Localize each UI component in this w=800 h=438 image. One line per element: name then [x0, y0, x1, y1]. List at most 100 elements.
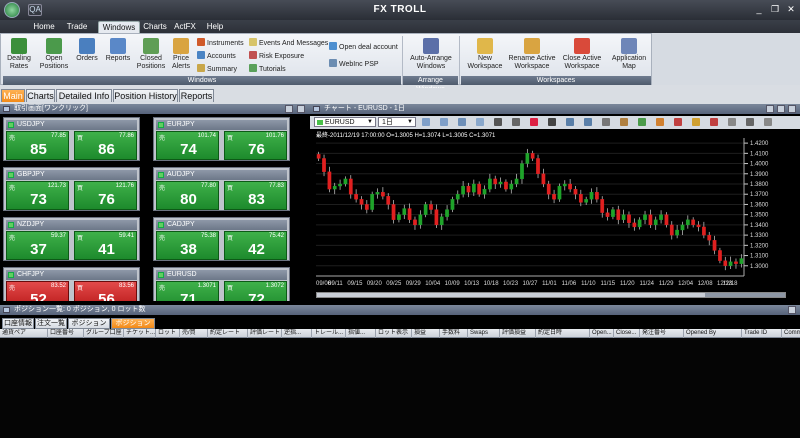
crosshair-icon[interactable]: [494, 118, 502, 126]
chart-type-icon[interactable]: [548, 118, 556, 126]
column-header[interactable]: トレール...: [312, 329, 346, 338]
reports-button[interactable]: Reports: [103, 38, 133, 63]
line-icon[interactable]: [530, 118, 538, 126]
sell-button[interactable]: 売 59.37 37: [6, 231, 69, 260]
save-icon[interactable]: [584, 118, 592, 126]
panel-pin-button[interactable]: [285, 105, 293, 113]
risk-exposure-button[interactable]: Risk Exposure: [249, 51, 304, 61]
menu-trade[interactable]: Trade: [62, 21, 92, 33]
column-header[interactable]: Opened By: [684, 329, 742, 338]
timeframe-select[interactable]: 1日 ▼: [378, 117, 416, 127]
close-button[interactable]: ✕: [784, 3, 798, 16]
sell-button[interactable]: 売 77.80 80: [156, 181, 219, 210]
currency-pair-label[interactable]: EURJPY: [156, 120, 287, 130]
tab-detailed-info[interactable]: Detailed Info: [56, 89, 112, 102]
buy-button[interactable]: 買 75.42 42: [224, 231, 287, 260]
zoom-reset-icon[interactable]: [476, 118, 484, 126]
dealing-rates-button[interactable]: Dealing Rates: [4, 38, 34, 71]
currency-pair-label[interactable]: EURUSD: [156, 270, 287, 280]
instruments-button[interactable]: Instruments: [197, 38, 244, 48]
orders-button[interactable]: Orders: [73, 38, 101, 63]
auto-arrange-button[interactable]: Auto-Arrange Windows: [405, 38, 457, 71]
closed-positions-button[interactable]: Closed Positions: [135, 38, 167, 71]
column-header[interactable]: 手数料: [440, 329, 468, 338]
column-header[interactable]: 約定レート: [208, 329, 248, 338]
menu-charts[interactable]: Charts: [142, 21, 168, 33]
minimize-button[interactable]: _: [752, 3, 766, 16]
application-map-button[interactable]: Application Map: [607, 38, 651, 71]
chart-scrollbar[interactable]: [316, 292, 786, 298]
sell-button[interactable]: 売 75.38 38: [156, 231, 219, 260]
tab-position-history[interactable]: Position History: [113, 89, 178, 102]
open-deal-account-button[interactable]: Open deal account: [329, 42, 398, 52]
print-icon[interactable]: [566, 118, 574, 126]
tab-position-total[interactable]: ポジション総額: [68, 318, 110, 337]
candlestick-chart[interactable]: 1.4200 1.4100 1.4000 1.3900 1.3800 1.3700 1.36…: [316, 138, 786, 291]
menu-actfx[interactable]: ActFX: [172, 21, 198, 33]
column-header[interactable]: 評価損益: [500, 329, 536, 338]
indicator-icon[interactable]: [656, 118, 664, 126]
zoom-in-icon[interactable]: [422, 118, 430, 126]
price-alerts-button[interactable]: Price Alerts: [167, 38, 195, 71]
menu-windows[interactable]: Windows: [98, 21, 140, 33]
column-header[interactable]: Open...: [590, 329, 614, 338]
menu-help[interactable]: Help: [204, 21, 226, 33]
restore-button[interactable]: ❐: [768, 3, 782, 16]
settings-icon[interactable]: [746, 118, 754, 126]
column-header[interactable]: 損益: [412, 329, 440, 338]
tab-charts[interactable]: Charts: [26, 89, 55, 102]
column-header[interactable]: ロット: [156, 329, 180, 338]
copy-icon[interactable]: [602, 118, 610, 126]
column-header[interactable]: Comment: [782, 329, 800, 338]
zoom-out-icon[interactable]: [440, 118, 448, 126]
new-workspace-button[interactable]: New Workspace: [463, 38, 507, 71]
tab-positions[interactable]: ポジション: [111, 318, 155, 329]
chart-close-button[interactable]: [788, 105, 796, 113]
close-workspace-button[interactable]: Close Active Workspace: [559, 38, 605, 71]
accounts-button[interactable]: Accounts: [197, 51, 236, 61]
refresh-icon[interactable]: [638, 118, 646, 126]
column-header[interactable]: 約定日時: [536, 329, 590, 338]
color-icon[interactable]: [710, 118, 718, 126]
currency-pair-label[interactable]: NZDJPY: [6, 220, 137, 230]
events-messages-button[interactable]: Events And Messages: [249, 38, 328, 48]
currency-pair-label[interactable]: CHFJPY: [6, 270, 137, 280]
sell-button[interactable]: 売 101.74 74: [156, 131, 219, 160]
tutorials-button[interactable]: Tutorials: [249, 64, 286, 74]
column-header[interactable]: Close...: [614, 329, 640, 338]
summary-button[interactable]: Summary: [197, 64, 237, 74]
open-positions-button[interactable]: Open Positions: [37, 38, 71, 71]
rename-workspace-button[interactable]: Rename Active Workspace: [507, 38, 557, 71]
column-header[interactable]: グループ口座: [84, 329, 124, 338]
column-header[interactable]: 売/買: [180, 329, 208, 338]
delete-icon[interactable]: [764, 118, 772, 126]
menu-home[interactable]: Home: [30, 21, 58, 33]
tab-order-list[interactable]: 注文一覧: [35, 318, 67, 329]
tab-reports[interactable]: Reports: [179, 89, 214, 102]
column-header[interactable]: Swaps: [468, 329, 500, 338]
currency-pair-label[interactable]: GBPJPY: [6, 170, 137, 180]
currency-pair-label[interactable]: USDJPY: [6, 120, 137, 130]
buy-button[interactable]: 買 101.76 76: [224, 131, 287, 160]
panel-close-button[interactable]: [297, 105, 305, 113]
column-header[interactable]: 口座番号: [48, 329, 84, 338]
chart-scroll-thumb[interactable]: [705, 293, 785, 297]
symbol-select[interactable]: EURUSD ▼: [314, 117, 376, 127]
chart-maximize-button[interactable]: [777, 105, 785, 113]
currency-pair-label[interactable]: CADJPY: [156, 220, 287, 230]
properties-icon[interactable]: [620, 118, 628, 126]
buy-button[interactable]: 買 77.86 86: [74, 131, 137, 160]
chart-minimize-button[interactable]: [766, 105, 774, 113]
column-header[interactable]: 通貨ペア: [0, 329, 48, 338]
column-header[interactable]: 逆指...: [282, 329, 312, 338]
tab-account-info[interactable]: 口座情報: [2, 318, 34, 329]
webinc-psp-button[interactable]: WebInc PSP: [329, 59, 379, 69]
sell-button[interactable]: 売 121.73 73: [6, 181, 69, 210]
column-header[interactable]: ロット表示: [376, 329, 412, 338]
fibonacci-icon[interactable]: [692, 118, 700, 126]
arrow-icon[interactable]: [728, 118, 736, 126]
buy-button[interactable]: 買 121.76 76: [74, 181, 137, 210]
buy-button[interactable]: 買 77.83 83: [224, 181, 287, 210]
positions-close-button[interactable]: [788, 306, 796, 314]
drawing-icon[interactable]: [674, 118, 682, 126]
